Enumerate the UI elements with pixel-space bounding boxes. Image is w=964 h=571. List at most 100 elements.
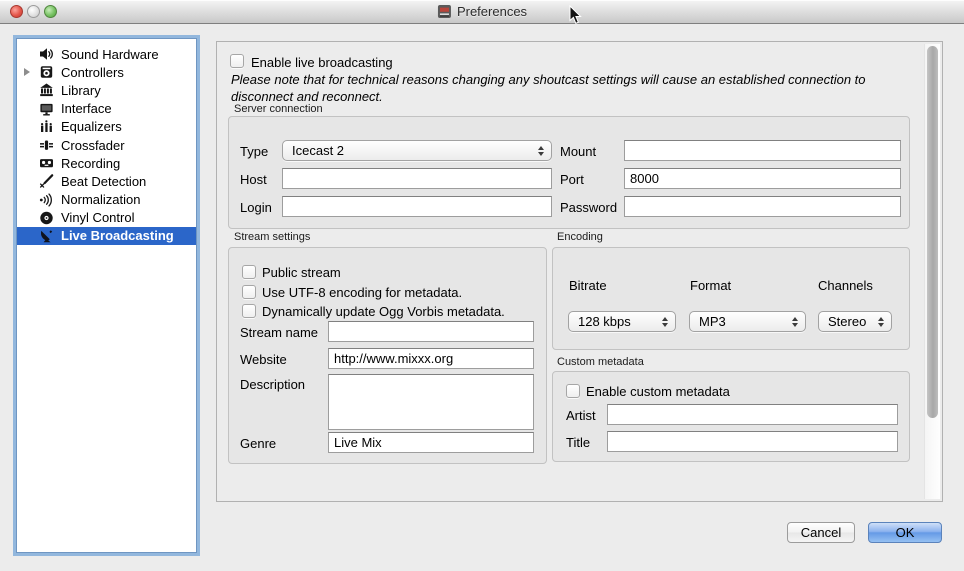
stream-settings-group-label: Stream settings xyxy=(234,231,310,243)
window-title-group: Preferences xyxy=(437,3,527,20)
sidebar-item-label: Live Broadcasting xyxy=(61,228,174,243)
title-bar[interactable]: Preferences xyxy=(0,0,964,24)
vinyl-icon xyxy=(39,210,54,225)
title-input[interactable] xyxy=(607,431,898,452)
controller-icon xyxy=(39,65,54,80)
sidebar-item-label: Equalizers xyxy=(61,119,122,134)
mouse-cursor xyxy=(569,5,582,25)
sidebar-item-vinyl-control[interactable]: Vinyl Control xyxy=(17,209,196,227)
type-label: Type xyxy=(240,144,268,159)
speaker-icon xyxy=(39,47,54,62)
host-input[interactable] xyxy=(282,168,552,189)
stream-name-label: Stream name xyxy=(240,325,318,340)
sidebar-item-label: Library xyxy=(61,83,101,98)
sidebar-item-sound-hardware[interactable]: Sound Hardware xyxy=(17,45,196,63)
ok-button[interactable]: OK xyxy=(868,522,942,543)
sidebar-item-label: Beat Detection xyxy=(61,174,146,189)
ogg-vorbis-metadata-label: Dynamically update Ogg Vorbis metadata. xyxy=(262,304,505,319)
password-input[interactable] xyxy=(624,196,901,217)
format-label: Format xyxy=(690,278,731,293)
sidebar-item-recording[interactable]: Recording xyxy=(17,154,196,172)
enable-live-broadcasting-checkbox[interactable] xyxy=(230,54,244,68)
title-label: Title xyxy=(566,435,590,450)
sidebar-item-beat-detection[interactable]: Beat Detection xyxy=(17,172,196,190)
sidebar-item-label: Normalization xyxy=(61,192,140,207)
ogg-vorbis-metadata-checkbox[interactable] xyxy=(242,304,256,318)
channels-label: Channels xyxy=(818,278,873,293)
website-label: Website xyxy=(240,352,287,367)
library-icon xyxy=(39,83,54,98)
cancel-button[interactable]: Cancel xyxy=(787,522,855,543)
port-input[interactable] xyxy=(624,168,901,189)
sidebar-item-equalizers[interactable]: Equalizers xyxy=(17,118,196,136)
preferences-app-icon xyxy=(437,4,452,19)
bitrate-value: 128 kbps xyxy=(578,314,631,329)
stream-name-input[interactable] xyxy=(328,321,534,342)
server-connection-group-label: Server connection xyxy=(234,103,323,115)
sound-wave-icon xyxy=(39,192,54,207)
encoding-group-label: Encoding xyxy=(557,231,603,243)
cassette-icon xyxy=(39,156,54,171)
login-label: Login xyxy=(240,200,272,215)
public-stream-checkbox[interactable] xyxy=(242,265,256,279)
sidebar-item-label: Sound Hardware xyxy=(61,47,159,62)
enable-custom-metadata-checkbox[interactable] xyxy=(566,384,580,398)
combo-stepper-icon xyxy=(878,317,884,327)
minimize-window-icon[interactable] xyxy=(27,5,40,18)
combo-stepper-icon xyxy=(662,317,668,327)
sidebar-item-label: Interface xyxy=(61,101,112,116)
description-textarea[interactable] xyxy=(328,374,534,430)
combo-stepper-icon xyxy=(538,146,544,156)
preferences-window: Preferences Sound Hardware Controllers Lib… xyxy=(0,0,964,571)
format-value: MP3 xyxy=(699,314,726,329)
genre-input[interactable] xyxy=(328,432,534,453)
scrollbar-thumb[interactable] xyxy=(927,46,938,418)
custom-metadata-group-label: Custom metadata xyxy=(557,356,644,368)
vertical-scrollbar[interactable] xyxy=(924,44,940,499)
combo-stepper-icon xyxy=(792,317,798,327)
genre-label: Genre xyxy=(240,436,276,451)
port-label: Port xyxy=(560,172,584,187)
enable-live-broadcasting-label: Enable live broadcasting xyxy=(251,55,393,70)
server-type-value: Icecast 2 xyxy=(292,143,344,158)
sidebar-item-label: Recording xyxy=(61,156,120,171)
utf8-metadata-label: Use UTF-8 encoding for metadata. xyxy=(262,285,462,300)
description-label: Description xyxy=(240,377,305,392)
beat-detection-icon xyxy=(39,174,54,189)
mount-label: Mount xyxy=(560,144,596,159)
artist-input[interactable] xyxy=(607,404,898,425)
public-stream-label: Public stream xyxy=(262,265,341,280)
enable-custom-metadata-label: Enable custom metadata xyxy=(586,384,730,399)
bitrate-combobox[interactable]: 128 kbps xyxy=(568,311,676,332)
sidebar-item-normalization[interactable]: Normalization xyxy=(17,191,196,209)
sidebar-item-controllers[interactable]: Controllers xyxy=(17,63,196,81)
window-title: Preferences xyxy=(457,4,527,19)
channels-value: Stereo xyxy=(828,314,866,329)
format-combobox[interactable]: MP3 xyxy=(689,311,806,332)
close-window-icon[interactable] xyxy=(10,5,23,18)
disclosure-triangle-icon[interactable] xyxy=(24,68,30,76)
website-input[interactable] xyxy=(328,348,534,369)
preferences-category-list: Sound Hardware Controllers Library Interfac… xyxy=(16,38,197,553)
artist-label: Artist xyxy=(566,408,596,423)
sidebar-item-label: Vinyl Control xyxy=(61,210,134,225)
utf8-metadata-checkbox[interactable] xyxy=(242,285,256,299)
zoom-window-icon[interactable] xyxy=(44,5,57,18)
encoding-group xyxy=(552,247,910,350)
server-type-combobox[interactable]: Icecast 2 xyxy=(282,140,552,161)
login-input[interactable] xyxy=(282,196,552,217)
sidebar-item-library[interactable]: Library xyxy=(17,81,196,99)
monitor-icon xyxy=(39,101,54,116)
shoutcast-note-text: Please note that for technical reasons c… xyxy=(231,71,911,105)
mount-input[interactable] xyxy=(624,140,901,161)
channels-combobox[interactable]: Stereo xyxy=(818,311,892,332)
sidebar-item-live-broadcasting[interactable]: Live Broadcasting xyxy=(17,227,196,245)
sidebar-item-crossfader[interactable]: Crossfader xyxy=(17,136,196,154)
sidebar-item-interface[interactable]: Interface xyxy=(17,100,196,118)
sidebar-item-label: Crossfader xyxy=(61,138,125,153)
password-label: Password xyxy=(560,200,617,215)
host-label: Host xyxy=(240,172,267,187)
satellite-dish-icon xyxy=(39,228,54,243)
crossfader-icon xyxy=(39,138,54,153)
sidebar-item-label: Controllers xyxy=(61,65,124,80)
